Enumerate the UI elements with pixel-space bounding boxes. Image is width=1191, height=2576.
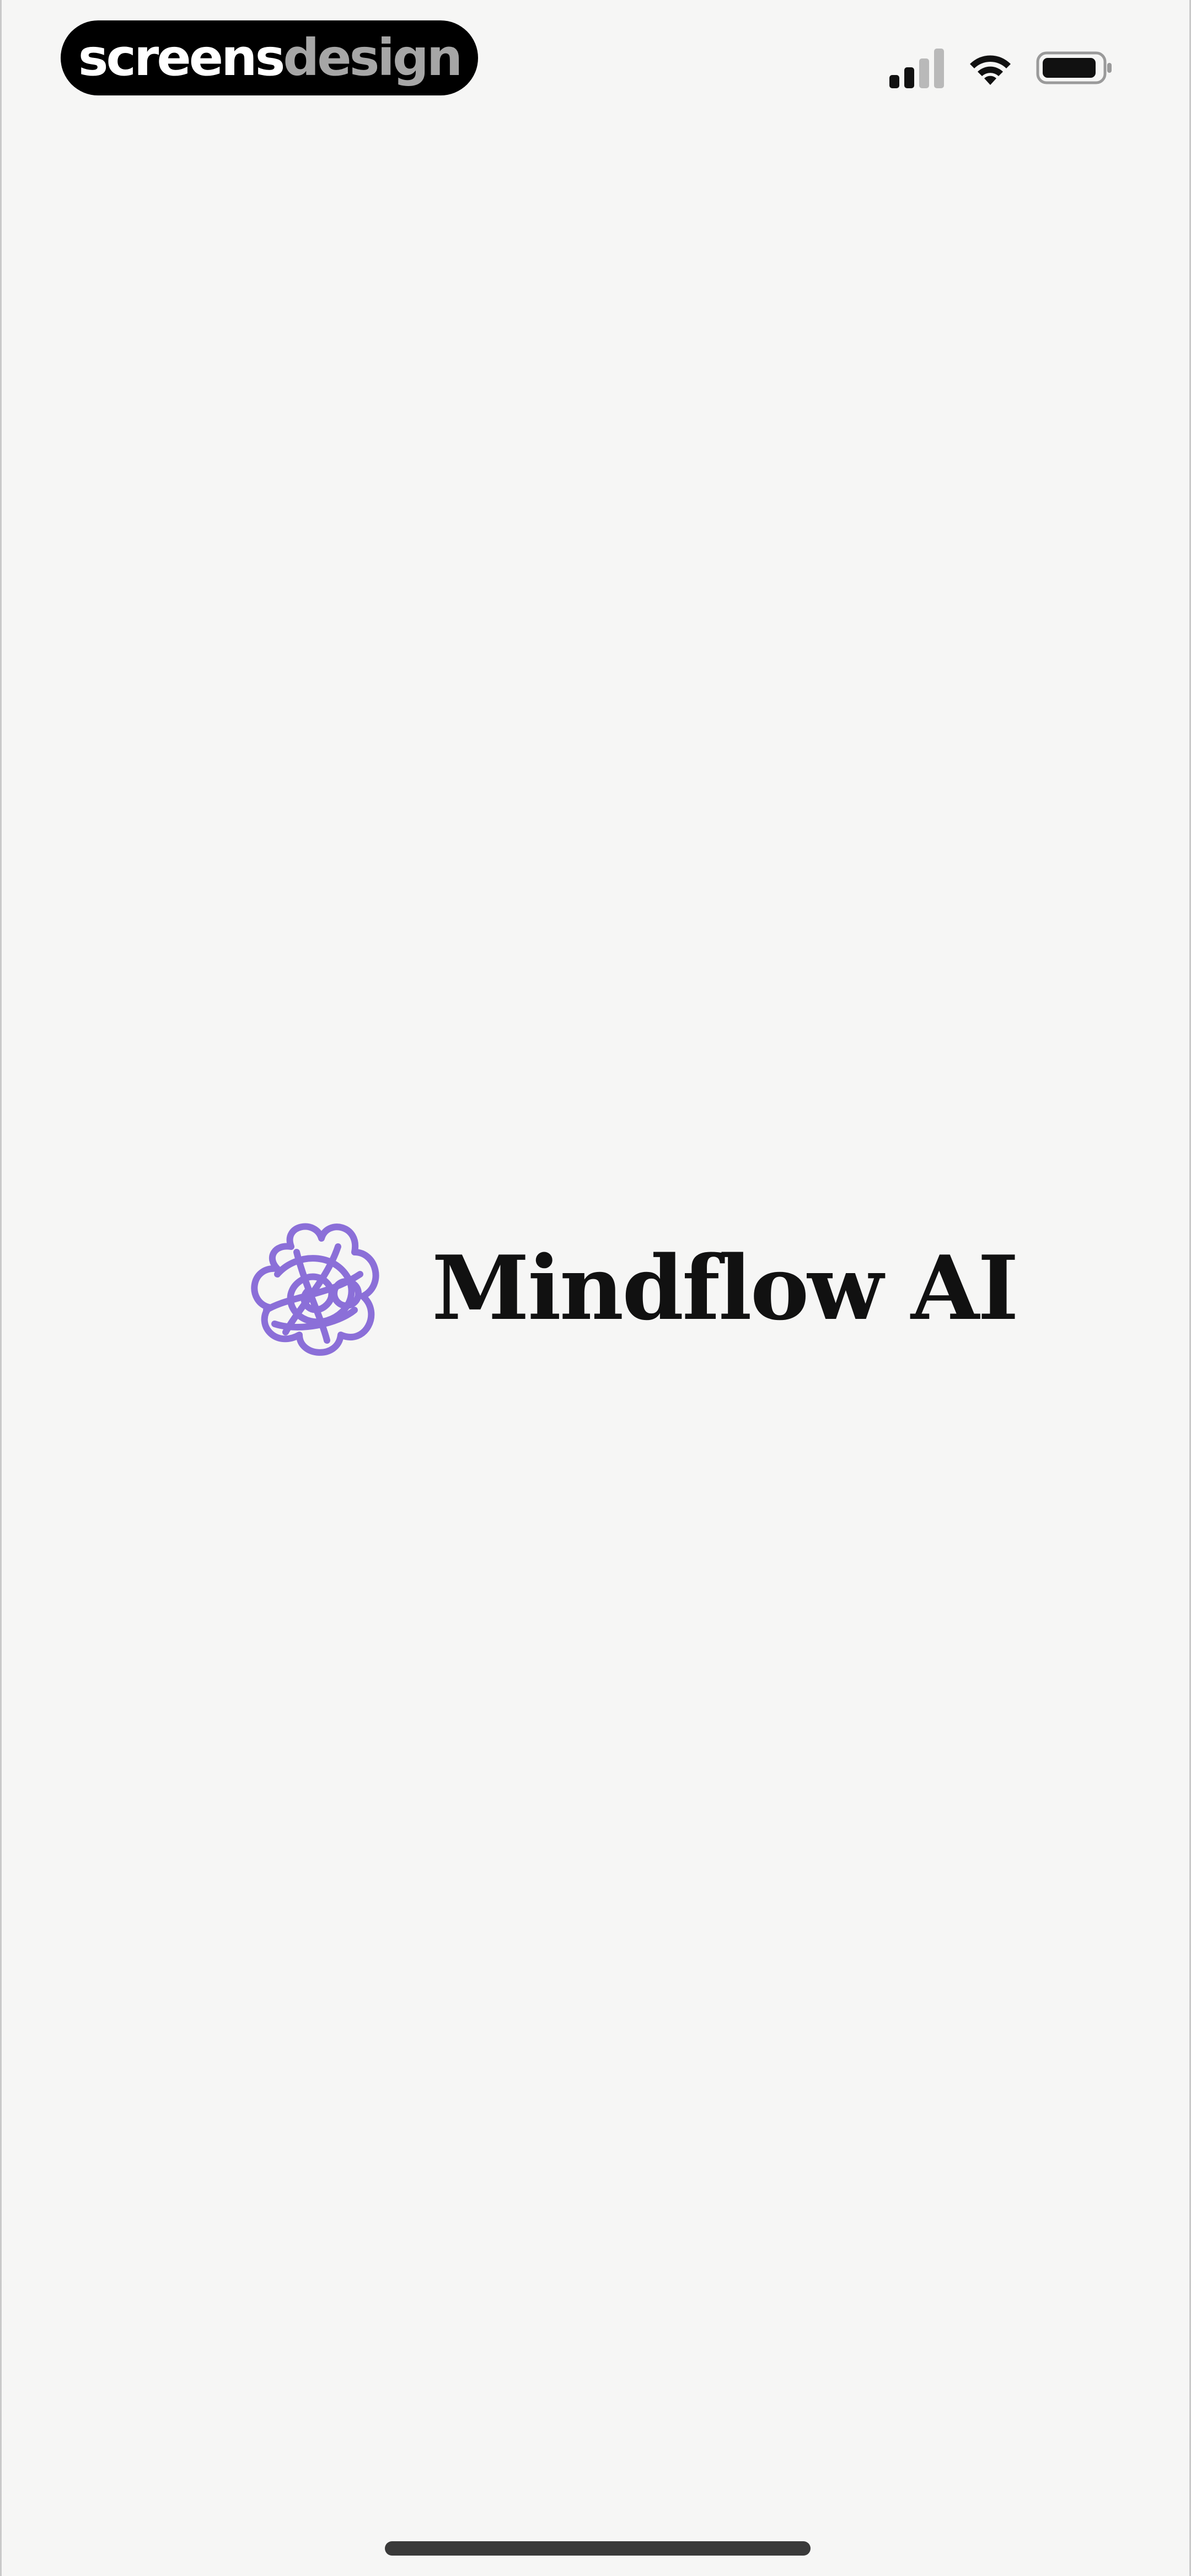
splash-logo-group: Mindflow AI — [244, 1211, 1019, 1365]
splash-screen: screens design Mindflow AI — [0, 0, 1191, 2576]
status-icons — [889, 43, 1113, 93]
screensdesign-badge: screens design — [61, 20, 478, 95]
badge-text-design: design — [283, 28, 463, 87]
cellular-signal-icon — [889, 49, 944, 88]
app-name: Mindflow AI — [432, 1236, 1019, 1340]
home-indicator[interactable] — [385, 2541, 811, 2556]
mindflow-logo-icon — [251, 1223, 379, 1356]
badge-text-screens: screens — [78, 28, 286, 87]
battery-icon — [1036, 51, 1112, 84]
wifi-icon — [970, 55, 1011, 85]
